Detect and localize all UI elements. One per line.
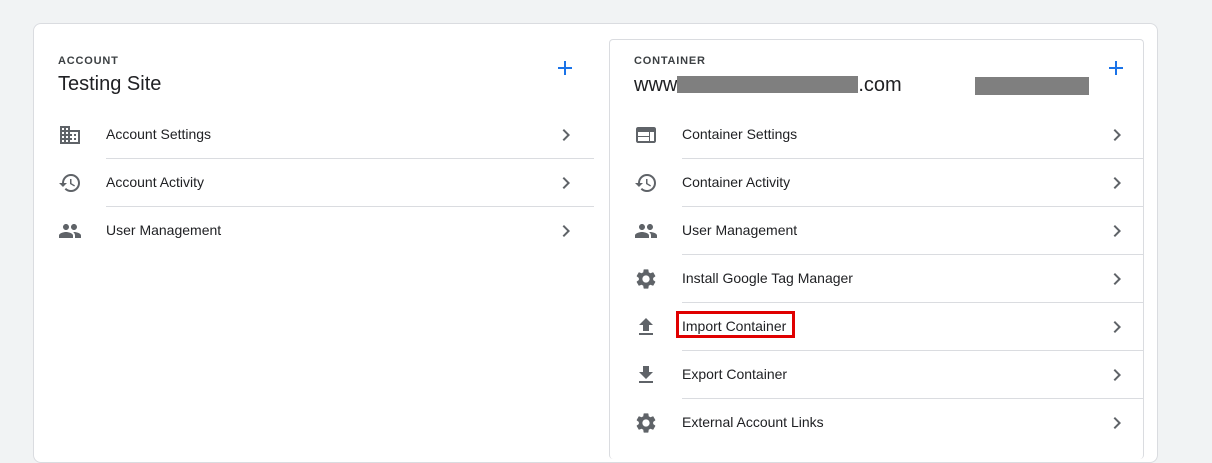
container-section-label: CONTAINER [634,55,706,67]
container-panel: CONTAINER www .com Container Settings Con… [609,39,1144,459]
upload-icon [634,315,658,339]
people-icon [58,219,82,243]
container-title-suffix: .com [858,74,902,96]
chevron-right-icon [1105,171,1129,195]
redacted-domain [677,76,859,93]
chevron-right-icon [1105,363,1129,387]
container-user-management-label: User Management [682,222,798,238]
account-panel: ACCOUNT Testing Site Account Settings Ac… [34,24,609,444]
import-container-item[interactable]: Import Container [610,303,1143,351]
install-gtm-label: Install Google Tag Manager [682,270,853,286]
external-account-links-item[interactable]: External Account Links [610,399,1143,447]
container-menu: Container Settings Container Activity Us… [610,111,1143,447]
account-menu: Account Settings Account Activity User M… [34,111,594,255]
chevron-right-icon [554,171,578,195]
history-icon [634,171,658,195]
export-container-label: Export Container [682,366,788,382]
history-icon [58,171,82,195]
people-icon [634,219,658,243]
gear-icon [634,411,658,435]
add-account-button[interactable] [553,56,577,80]
add-icon [1109,61,1123,75]
add-container-button[interactable] [1104,56,1128,80]
chevron-right-icon [1105,219,1129,243]
container-user-management-item[interactable]: User Management [610,207,1143,255]
chevron-right-icon [554,219,578,243]
account-activity-item[interactable]: Account Activity [34,159,594,207]
install-gtm-item[interactable]: Install Google Tag Manager [610,255,1143,303]
container-settings-label: Container Settings [682,126,798,142]
account-user-management-item[interactable]: User Management [34,207,594,255]
container-title: www .com [634,74,902,97]
container-title-prefix: www [634,74,678,96]
chevron-right-icon [1105,315,1129,339]
download-icon [634,363,658,387]
container-settings-item[interactable]: Container Settings [610,111,1143,159]
chevron-right-icon [1105,411,1129,435]
account-title: Testing Site [58,73,162,95]
web-icon [634,123,658,147]
chevron-right-icon [1105,123,1129,147]
domain-icon [58,123,82,147]
redacted-container-id [975,77,1089,95]
external-account-links-label: External Account Links [682,414,824,430]
account-section-label: ACCOUNT [58,55,119,67]
admin-card: ACCOUNT Testing Site Account Settings Ac… [33,23,1158,463]
gear-icon [634,267,658,291]
highlight-box [676,311,795,338]
add-icon [558,61,572,75]
account-user-management-label: User Management [106,222,222,238]
container-activity-label: Container Activity [682,174,791,190]
account-settings-label: Account Settings [106,126,212,142]
chevron-right-icon [554,123,578,147]
container-activity-item[interactable]: Container Activity [610,159,1143,207]
account-activity-label: Account Activity [106,174,205,190]
chevron-right-icon [1105,267,1129,291]
export-container-item[interactable]: Export Container [610,351,1143,399]
account-settings-item[interactable]: Account Settings [34,111,594,159]
